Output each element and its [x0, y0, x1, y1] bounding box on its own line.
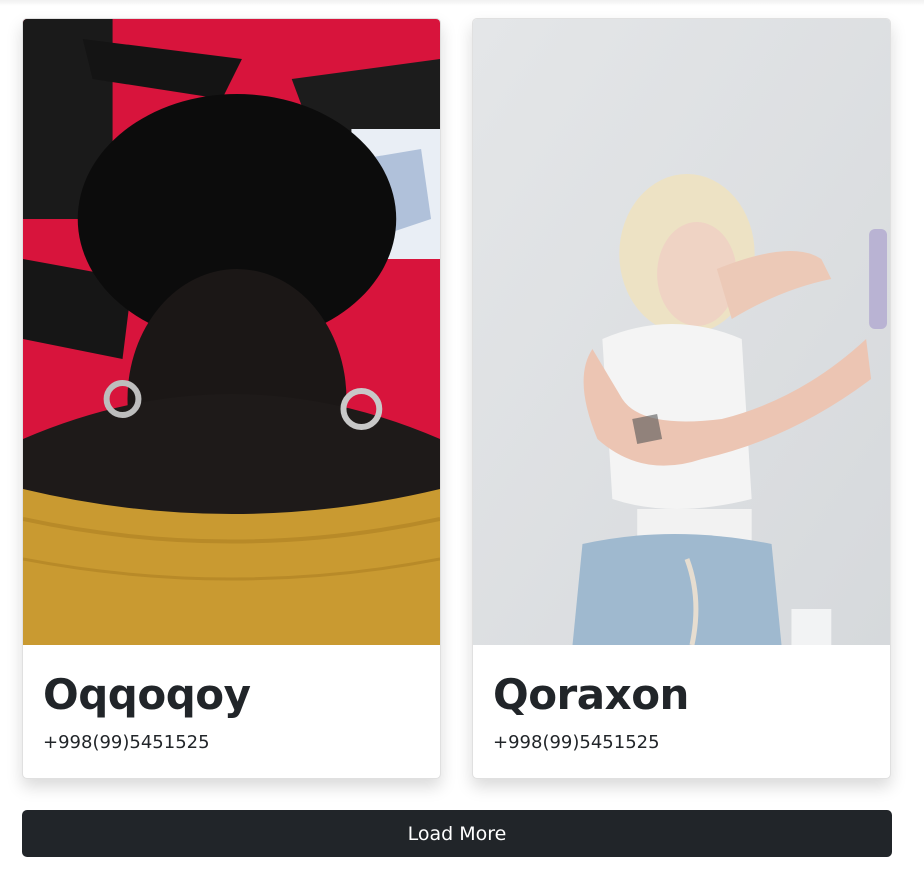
load-more-button[interactable]: Load More — [22, 810, 892, 857]
card-grid: Oqqoqoy +998(99)5451525 Qoraxon +998(99)… — [22, 18, 892, 779]
card-phone: +998(99)5451525 — [43, 732, 210, 753]
card-title: Oqqoqoy — [43, 670, 251, 719]
card-oqqoqoy[interactable]: Oqqoqoy +998(99)5451525 — [22, 18, 441, 779]
card-qoraxon[interactable]: Qoraxon +998(99)5451525 — [472, 18, 891, 779]
card-body: Oqqoqoy +998(99)5451525 — [23, 645, 440, 755]
card-image — [23, 19, 440, 645]
card-title: Qoraxon — [493, 670, 689, 719]
top-edge-shadow — [0, 0, 924, 6]
card-image — [473, 19, 890, 645]
card-body: Qoraxon +998(99)5451525 — [473, 645, 890, 755]
card-phone: +998(99)5451525 — [493, 732, 660, 753]
